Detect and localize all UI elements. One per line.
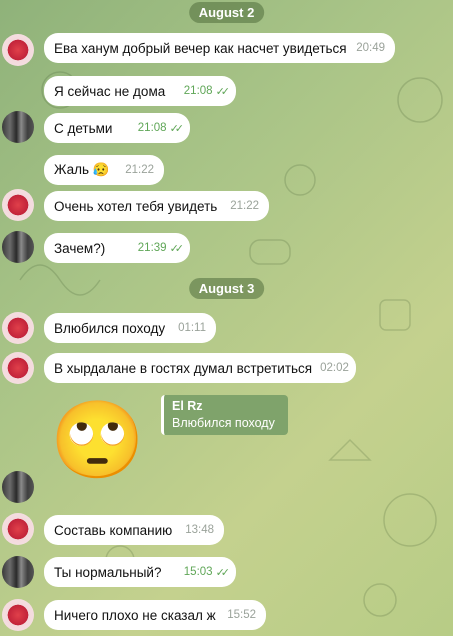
double-check-icon: ✓✓ [215,566,231,579]
message-text: Жаль 😥 [54,162,110,177]
message-time: 15:52 [227,609,256,621]
message-bubble[interactable]: Я сейчас не дома 21:08 ✓✓ [44,76,236,106]
message-time: 21:22 [125,164,154,176]
avatar-photo-icon[interactable] [2,556,34,588]
double-check-icon: ✓✓ [169,242,185,255]
message-text: Зачем?) [54,240,106,256]
reply-author: El Rz [172,399,203,413]
message-bubble[interactable]: Ева ханум добрый вечер как насчет увидет… [44,33,395,63]
reply-quote[interactable]: El Rz Влюбился походу [161,395,288,435]
message-time: 01:11 [178,322,206,334]
double-check-icon: ✓✓ [215,85,231,98]
avatar-red-icon[interactable] [2,513,34,545]
message-bubble[interactable]: Жаль 😥 21:22 [44,155,164,185]
avatar-red-icon[interactable] [2,312,34,344]
avatar-photo-icon[interactable] [2,111,34,143]
message-time: 21:08 [137,122,167,134]
date-separator: August 2 [188,2,265,23]
message-time: 13:48 [185,524,214,536]
message-time: 21:08 [183,85,213,97]
message-time: 21:39 [137,242,167,254]
reply-text: Влюбился походу [172,416,275,430]
avatar-photo-icon[interactable] [2,231,34,263]
avatar-photo-icon[interactable] [2,471,34,503]
message-text: Ева ханум добрый вечер как насчет увидет… [54,40,347,56]
message-time: 20:49 [356,42,385,54]
message-bubble[interactable]: Зачем?) 21:39 ✓✓ [44,233,190,263]
message-bubble[interactable]: Ничего плохо не сказал ж 15:52 [44,600,266,630]
message-bubble[interactable]: Составь компанию 13:48 [44,515,224,545]
avatar-red-icon[interactable] [2,189,34,221]
emoji-sticker-icon[interactable]: 🙄 [50,403,145,479]
message-bubble[interactable]: Ты нормальный? 15:03 ✓✓ [44,557,236,587]
date-separator: August 3 [188,278,265,299]
message-bubble[interactable]: С детьми 21:08 ✓✓ [44,113,190,143]
message-bubble[interactable]: В хырдалане в гостях думал встретиться 0… [44,353,356,383]
message-bubble[interactable]: Очень хотел тебя увидеть 21:22 [44,191,269,221]
message-text: Ты нормальный? [54,564,162,580]
message-text: В хырдалане в гостях думал встретиться [54,360,313,376]
message-text: Очень хотел тебя увидеть [54,198,218,214]
message-text: Составь компанию [54,522,173,538]
message-text: Ничего плохо не сказал ж [54,607,216,623]
double-check-icon: ✓✓ [169,122,185,135]
message-time: 15:03 [183,566,213,578]
message-text: Влюбился походу [54,320,166,336]
avatar-red-icon[interactable] [2,352,34,384]
avatar-red-icon[interactable] [2,34,34,66]
message-bubble[interactable]: Влюбился походу 01:11 [44,313,216,343]
message-text: С детьми [54,120,113,136]
message-text: Я сейчас не дома [54,83,166,99]
avatar-red-icon[interactable] [2,599,34,631]
message-time: 02:02 [320,362,349,374]
message-time: 21:22 [230,200,259,212]
